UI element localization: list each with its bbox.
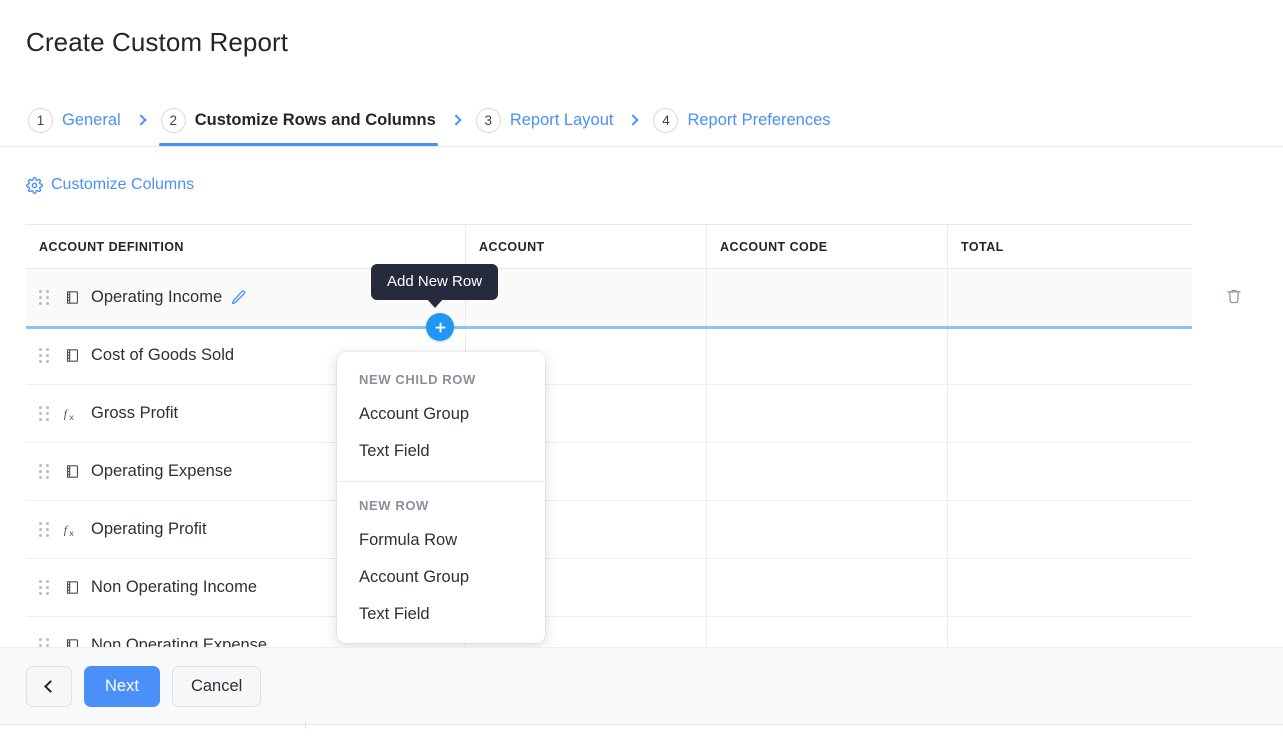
table-row[interactable]: Operating Expense <box>26 443 1192 501</box>
row-cell-account-code[interactable] <box>707 617 948 648</box>
table-row[interactable]: Cost of Goods Sold <box>26 327 1192 385</box>
row-cell-account[interactable] <box>466 269 707 326</box>
svg-text:x: x <box>69 528 74 538</box>
gear-icon <box>26 176 43 194</box>
column-header-account-code: ACCOUNT CODE <box>707 225 948 268</box>
customize-columns-label: Customize Columns <box>51 176 195 193</box>
column-header-account-definition: ACCOUNT DEFINITION <box>26 225 466 268</box>
drag-handle-icon[interactable] <box>39 289 51 306</box>
step-label: Customize Rows and Columns <box>194 110 436 129</box>
formula-icon: f x <box>63 520 82 539</box>
menu-item-new-child-text-field[interactable]: Text Field <box>337 433 545 470</box>
drag-handle-icon[interactable] <box>39 521 51 538</box>
step-report-layout[interactable]: 3 Report Layout <box>474 100 616 140</box>
ledger-icon <box>63 462 82 481</box>
chevron-right-icon <box>627 100 640 140</box>
bottom-divider <box>0 724 1283 725</box>
svg-text:x: x <box>69 412 74 422</box>
row-cell-total[interactable] <box>948 559 1192 616</box>
step-number: 2 <box>160 107 186 133</box>
chevron-left-icon <box>44 679 57 693</box>
step-label: Report Preferences <box>687 110 831 129</box>
row-cell-account-code[interactable] <box>707 385 948 442</box>
drag-handle-icon[interactable] <box>39 463 51 480</box>
step-general[interactable]: 1 General <box>26 100 123 140</box>
create-custom-report-page: Create Custom Report 1 General 2 Customi… <box>0 0 1283 736</box>
chevron-right-icon <box>450 100 462 140</box>
row-label: Gross Profit <box>91 404 179 422</box>
delete-row-button[interactable] <box>1222 286 1246 310</box>
customize-columns-link[interactable]: Customize Columns <box>26 176 194 194</box>
svg-text:f: f <box>64 522 69 536</box>
row-label: Cost of Goods Sold <box>91 346 235 364</box>
row-cell-total[interactable] <box>948 385 1192 442</box>
ledger-icon <box>63 578 82 597</box>
row-cell-total[interactable] <box>948 617 1192 648</box>
add-new-row-tooltip: Add New Row <box>371 264 499 300</box>
formula-icon: f x <box>63 404 82 423</box>
bottom-scroll-tick <box>305 722 306 729</box>
table-row[interactable]: f x Operating Profit <box>26 501 1192 559</box>
table-row[interactable]: Non Operating Income <box>26 559 1192 617</box>
drag-handle-icon[interactable] <box>39 579 51 596</box>
stepper-divider <box>0 146 1283 147</box>
row-cell-account-code[interactable] <box>707 501 948 558</box>
menu-item-new-account-group[interactable]: Account Group <box>337 559 545 596</box>
back-button[interactable] <box>26 665 72 707</box>
step-label: General <box>62 110 121 129</box>
row-cell-total[interactable] <box>948 327 1192 384</box>
pencil-icon[interactable] <box>230 289 247 306</box>
trash-icon <box>1225 287 1243 310</box>
row-label: Non Operating Income <box>91 578 258 596</box>
drag-handle-icon[interactable] <box>39 405 51 422</box>
column-header-total: TOTAL <box>961 239 1004 254</box>
menu-section-title-new-child-row: NEW CHILD ROW <box>359 372 476 387</box>
plus-icon <box>433 320 448 335</box>
menu-item-new-child-account-group[interactable]: Account Group <box>337 396 545 433</box>
row-cell-total[interactable] <box>948 501 1192 558</box>
table-row[interactable]: Operating Income <box>26 269 1192 327</box>
row-label: Operating Profit <box>91 520 207 538</box>
add-new-row-button[interactable] <box>426 313 454 341</box>
step-number: 1 <box>28 107 53 133</box>
table-row[interactable]: Non Operating Expense <box>26 617 1192 648</box>
table-row[interactable]: f x Gross Profit <box>26 385 1192 443</box>
wizard-stepper: 1 General 2 Customize Rows and Columns 3… <box>26 100 833 146</box>
step-customize-rows-and-columns[interactable]: 2 Customize Rows and Columns <box>158 100 438 146</box>
step-number: 3 <box>475 107 501 133</box>
row-cell-account-code[interactable] <box>707 269 948 326</box>
row-cell-account-code[interactable] <box>707 327 948 384</box>
row-cell-total[interactable] <box>948 443 1192 500</box>
page-title: Create Custom Report <box>26 27 289 57</box>
table-header-row: ACCOUNT DEFINITION ACCOUNT ACCOUNT CODE … <box>26 224 1192 269</box>
menu-section-title-new-row: NEW ROW <box>359 498 429 513</box>
svg-text:f: f <box>64 406 69 420</box>
column-header-account: ACCOUNT <box>466 225 707 268</box>
chevron-right-icon <box>135 100 147 140</box>
ledger-icon <box>63 346 82 365</box>
wizard-footer: Next Cancel <box>0 647 1283 724</box>
step-report-preferences[interactable]: 4 Report Preferences <box>651 100 832 140</box>
ledger-icon <box>63 288 82 307</box>
rows-table: ACCOUNT DEFINITION ACCOUNT ACCOUNT CODE … <box>26 224 1192 648</box>
step-number: 4 <box>653 107 679 133</box>
menu-item-new-text-field[interactable]: Text Field <box>337 596 545 633</box>
row-cell-account-code[interactable] <box>707 443 948 500</box>
add-row-menu: NEW CHILD ROW Account Group Text Field N… <box>337 352 545 643</box>
row-cell-total[interactable] <box>948 269 1192 326</box>
row-insert-indicator <box>26 326 1192 329</box>
row-cell-account-code[interactable] <box>707 559 948 616</box>
cancel-button[interactable]: Cancel <box>171 665 262 707</box>
next-button[interactable]: Next <box>84 665 160 707</box>
step-label: Report Layout <box>509 110 614 129</box>
menu-item-new-formula-row[interactable]: Formula Row <box>337 522 545 559</box>
drag-handle-icon[interactable] <box>39 347 51 364</box>
row-label: Operating Expense <box>91 462 233 480</box>
row-label: Operating Income <box>91 288 223 306</box>
